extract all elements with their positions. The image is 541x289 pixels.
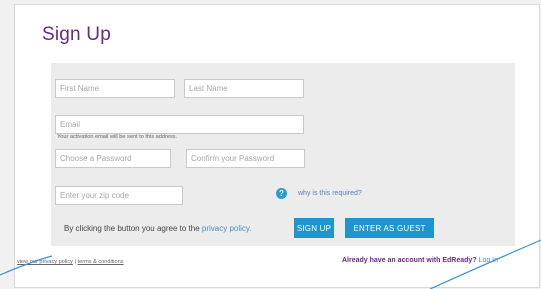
page-title: Sign Up xyxy=(42,24,111,45)
account-prompt-text: Already have an account with EdReady? xyxy=(342,257,477,264)
enter-as-guest-button[interactable]: ENTER AS GUEST xyxy=(345,218,434,238)
zip-code-field[interactable] xyxy=(55,186,183,205)
login-prompt: Already have an account with EdReady? Lo… xyxy=(342,257,498,264)
question-circle-icon[interactable]: ? xyxy=(276,188,287,199)
footer-separator: | xyxy=(74,259,76,265)
password-field[interactable] xyxy=(55,149,171,168)
sign-up-button[interactable]: SIGN UP xyxy=(294,218,334,238)
last-name-field[interactable] xyxy=(184,79,304,98)
log-in-link[interactable]: Log In xyxy=(479,257,498,264)
privacy-policy-link[interactable]: privacy policy. xyxy=(202,224,252,233)
agreement-text: By clicking the button you agree to the … xyxy=(64,224,252,233)
view-privacy-policy-link[interactable]: view our privacy policy xyxy=(17,259,73,265)
confirm-password-field[interactable] xyxy=(186,149,305,168)
first-name-field[interactable] xyxy=(55,79,175,98)
email-field[interactable] xyxy=(55,115,304,134)
email-note: Your activation email will be sent to th… xyxy=(57,134,178,140)
terms-conditions-link[interactable]: terms & conditions xyxy=(78,259,124,265)
agreement-prefix: By clicking the button you agree to the xyxy=(64,224,200,233)
why-required-link[interactable]: why is this required? xyxy=(298,190,362,197)
footer-links: view our privacy policy | terms & condit… xyxy=(17,259,124,265)
